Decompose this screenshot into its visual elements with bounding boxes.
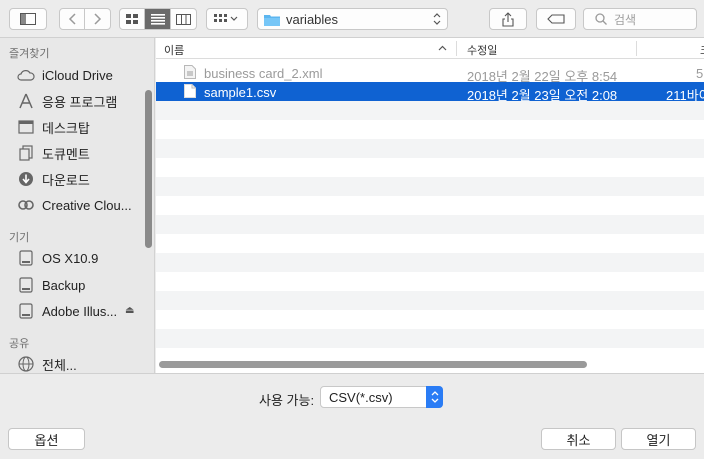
- chevron-right-icon: [93, 13, 101, 25]
- format-stepper[interactable]: [426, 386, 443, 408]
- column-header-size[interactable]: 크: [700, 42, 704, 58]
- cancel-button[interactable]: 취소: [541, 428, 616, 450]
- disk-icon: [19, 303, 33, 319]
- search-icon: [595, 13, 607, 25]
- list-icon: [150, 13, 165, 25]
- sidebar-toggle-button[interactable]: [9, 8, 47, 30]
- eject-icon[interactable]: ⏏: [125, 305, 134, 316]
- format-select[interactable]: CSV(*.csv): [320, 386, 443, 408]
- path-label: variables: [286, 11, 339, 27]
- disk-icon: [19, 277, 33, 293]
- column-header-modified[interactable]: 수정일: [467, 42, 497, 58]
- network-icon: [18, 356, 34, 372]
- favorites-header: 즐겨찾기: [9, 48, 50, 60]
- list-view-button[interactable]: [145, 9, 171, 29]
- share-button[interactable]: [489, 8, 527, 30]
- back-button[interactable]: [60, 9, 86, 29]
- up-down-chevron-icon: [433, 13, 441, 25]
- arrange-grid-icon: [214, 14, 238, 22]
- shared-header: 공유: [9, 338, 30, 350]
- disk-icon: [19, 250, 33, 266]
- sidebar-item-documents[interactable]: 도큐멘트: [16, 142, 146, 164]
- sidebar-item-backup[interactable]: Backup: [16, 274, 146, 296]
- sidebar-item-desktop[interactable]: 데스크탑: [16, 116, 146, 138]
- sidebar: 즐겨찾기 iCloud Drive 응용 프로그램 데스크탑 도큐멘트 다운로드…: [0, 38, 155, 373]
- xml-file-icon: [184, 65, 196, 79]
- file-size: 5: [696, 66, 704, 81]
- sidebar-item-os-x[interactable]: OS X10.9: [16, 247, 146, 269]
- horizontal-scrollbar[interactable]: [159, 361, 587, 368]
- sidebar-icon: [20, 13, 36, 25]
- chevron-left-icon: [68, 13, 76, 25]
- bottom-bar: 사용 가능: CSV(*.csv) 옵션 취소 열기: [0, 373, 704, 459]
- tag-icon: [547, 14, 565, 24]
- forward-button[interactable]: [85, 9, 110, 29]
- file-list: 이름 수정일 크 business card_2.xml 2018년 2월 22…: [156, 38, 704, 373]
- folder-icon: [264, 14, 280, 26]
- arrange-button[interactable]: [206, 8, 248, 30]
- sidebar-scrollbar[interactable]: [145, 90, 152, 248]
- table-row[interactable]: business card_2.xml 2018년 2월 22일 오후 8:54…: [156, 63, 704, 84]
- documents-icon: [19, 145, 33, 161]
- share-icon: [502, 11, 514, 27]
- column-view-button[interactable]: [171, 9, 196, 29]
- path-select[interactable]: variables: [257, 8, 448, 30]
- download-icon: [19, 172, 33, 186]
- format-label: 사용 가능:: [259, 393, 315, 408]
- sidebar-item-downloads[interactable]: 다운로드: [16, 168, 146, 190]
- devices-header: 기기: [9, 232, 30, 244]
- sidebar-item-icloud-drive[interactable]: iCloud Drive: [16, 64, 146, 86]
- applications-icon: [19, 93, 33, 109]
- format-value: CSV(*.csv): [329, 389, 393, 405]
- column-header-name[interactable]: 이름: [164, 42, 184, 58]
- cloud-icon: [17, 70, 35, 81]
- sidebar-item-all-shared[interactable]: 전체...: [16, 353, 146, 373]
- file-name: business card_2.xml: [204, 66, 323, 81]
- icon-view-button[interactable]: [120, 9, 146, 29]
- open-button[interactable]: 열기: [621, 428, 696, 450]
- options-button[interactable]: 옵션: [8, 428, 85, 450]
- view-mode-control: [119, 8, 197, 30]
- columns-icon: [175, 13, 191, 25]
- sidebar-item-creative-cloud[interactable]: Creative Clou...: [16, 194, 146, 216]
- up-down-chevron-icon: [431, 391, 438, 403]
- column-header: 이름 수정일 크: [156, 38, 704, 59]
- desktop-icon: [18, 120, 34, 134]
- back-forward-control: [59, 8, 111, 30]
- search-field[interactable]: 검색: [583, 8, 697, 30]
- toolbar: variables 검색: [0, 0, 704, 38]
- grid-icon: [125, 13, 138, 24]
- file-name: sample1.csv: [204, 85, 277, 100]
- csv-file-icon: [184, 84, 196, 98]
- tag-button[interactable]: [536, 8, 576, 30]
- table-row-selected[interactable]: sample1.csv 2018년 2월 23일 오전 2:08 211바이: [156, 82, 704, 103]
- creative-cloud-icon: [18, 200, 34, 210]
- search-placeholder: 검색: [614, 12, 637, 27]
- sort-ascending-icon: [438, 45, 447, 51]
- sidebar-item-applications[interactable]: 응용 프로그램: [16, 90, 146, 112]
